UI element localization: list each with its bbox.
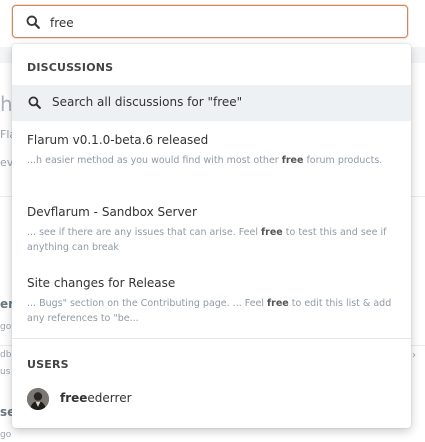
background-fragment: go — [0, 322, 12, 332]
section-divider — [12, 338, 411, 339]
search-icon — [26, 15, 40, 29]
discussion-title: Flarum v0.1.0-beta.6 released — [27, 133, 209, 147]
highlight: free — [267, 298, 289, 309]
discussion-excerpt: ... see if there are any issues that can… — [27, 227, 387, 253]
search-icon — [28, 96, 41, 109]
highlight: free — [281, 155, 304, 166]
highlight: free — [261, 227, 283, 238]
search-input[interactable] — [48, 12, 392, 34]
background-fragment: db — [0, 350, 12, 360]
background-fragment: go — [0, 430, 12, 440]
discussion-title: Devflarum - Sandbox Server — [27, 205, 197, 219]
discussion-result[interactable]: Devflarum - Sandbox Server ... see if th… — [27, 204, 399, 255]
avatar — [27, 388, 49, 410]
discussion-excerpt: ...h easier method as you would find wit… — [27, 155, 383, 166]
search-all-discussions[interactable]: Search all discussions for "free" — [12, 85, 411, 121]
discussion-excerpt: ... Bugs" section on the Contributing pa… — [27, 298, 392, 324]
background-fragment: › — [412, 350, 416, 361]
username: freeederrer — [60, 391, 132, 405]
discussion-title: Site changes for Release — [27, 276, 176, 290]
search-all-label: Search all discussions for "free" — [52, 95, 243, 109]
highlight: free — [60, 391, 88, 405]
users-header: USERS — [27, 358, 69, 371]
search-bar[interactable] — [12, 5, 408, 38]
background-fragment: us — [0, 367, 11, 377]
search-results-dropdown: DISCUSSIONS Search all discussions for "… — [12, 44, 411, 428]
discussion-result[interactable]: Flarum v0.1.0-beta.6 released ...h easie… — [27, 132, 399, 168]
background-fragment: h — [0, 92, 13, 116]
discussion-result[interactable]: Site changes for Release ... Bugs" secti… — [27, 275, 399, 326]
user-result[interactable]: freeederrer — [27, 386, 227, 414]
discussions-header: DISCUSSIONS — [27, 61, 114, 74]
